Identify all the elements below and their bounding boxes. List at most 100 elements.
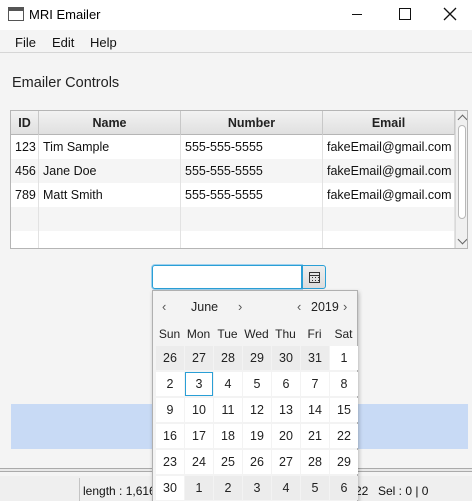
table-vertical-scrollbar[interactable]: [455, 111, 467, 248]
calendar-day[interactable]: 3: [243, 476, 271, 500]
calendar-day[interactable]: 27: [272, 450, 300, 474]
calendar-day[interactable]: 19: [243, 424, 271, 448]
calendar-day[interactable]: 13: [272, 398, 300, 422]
menu-edit[interactable]: Edit: [52, 35, 74, 50]
calendar-day[interactable]: 2: [156, 372, 184, 396]
calendar-day[interactable]: 1: [330, 346, 358, 370]
column-header-id[interactable]: ID: [11, 111, 39, 135]
cell-number: 555-555-5555: [181, 159, 323, 183]
title-bar: MRI Emailer: [0, 0, 472, 30]
menu-bar: File Edit Help: [0, 30, 472, 53]
cell-name: Matt Smith: [39, 183, 181, 207]
cell-email: fakeEmail@gmail.com: [323, 183, 455, 207]
scroll-down-icon[interactable]: [457, 234, 467, 245]
calendar-day[interactable]: 24: [185, 450, 213, 474]
scroll-thumb[interactable]: [458, 125, 466, 219]
calendar-day[interactable]: 15: [330, 398, 358, 422]
date-picker-button[interactable]: [302, 265, 326, 289]
calendar-day[interactable]: 26: [243, 450, 271, 474]
calendar-day[interactable]: 30: [156, 476, 184, 500]
calendar-day[interactable]: 10: [185, 398, 213, 422]
calendar-day[interactable]: 5: [243, 372, 271, 396]
cell-email: fakeEmail@gmail.com: [323, 159, 455, 183]
calendar-day[interactable]: 5: [301, 476, 329, 500]
prev-month-button[interactable]: ‹: [162, 299, 166, 314]
empty-cell: [39, 207, 181, 231]
calendar-day[interactable]: 1: [185, 476, 213, 500]
prev-year-button[interactable]: ‹: [297, 299, 301, 314]
close-button[interactable]: [426, 0, 472, 30]
table-row[interactable]: 456 Jane Doe 555-555-5555 fakeEmail@gmai…: [11, 159, 455, 183]
calendar-day[interactable]: 27: [185, 346, 213, 370]
calendar-day[interactable]: 29: [243, 346, 271, 370]
empty-cell: [323, 207, 455, 231]
calendar-day[interactable]: 3: [185, 372, 213, 396]
calendar-day[interactable]: 22: [330, 424, 358, 448]
calendar-day[interactable]: 23: [156, 450, 184, 474]
column-header-number[interactable]: Number: [181, 111, 323, 135]
calendar-day[interactable]: 4: [214, 372, 242, 396]
weekday-label: Wed: [244, 327, 269, 341]
cell-id: 123: [11, 135, 39, 159]
table-header: ID Name Number Email: [11, 111, 455, 135]
calendar-day[interactable]: 6: [330, 476, 358, 500]
cell-id: 456: [11, 159, 39, 183]
weekday-label: Sun: [158, 327, 181, 341]
calendar-day[interactable]: 21: [301, 424, 329, 448]
calendar-day[interactable]: 2: [214, 476, 242, 500]
menu-file[interactable]: File: [15, 35, 36, 50]
calendar-day[interactable]: 18: [214, 424, 242, 448]
empty-cell: [181, 207, 323, 231]
weekday-label: Fri: [307, 327, 322, 341]
calendar-day[interactable]: 20: [272, 424, 300, 448]
calendar-popup: ‹ June › ‹ 2019 › Sun Mon Tue Wed Thu Fri Sat 2…: [152, 290, 358, 501]
close-icon: [443, 7, 457, 21]
calendar-day[interactable]: 30: [272, 346, 300, 370]
column-header-name[interactable]: Name: [39, 111, 181, 135]
calendar-day[interactable]: 28: [214, 346, 242, 370]
table-row-empty: [11, 207, 455, 231]
calendar-day[interactable]: 6: [272, 372, 300, 396]
empty-cell: [11, 207, 39, 231]
status-length: length : 1,616: [83, 484, 156, 498]
weekday-label: Tue: [217, 327, 238, 341]
table-row[interactable]: 789 Matt Smith 555-555-5555 fakeEmail@gm…: [11, 183, 455, 207]
menu-help[interactable]: Help: [90, 35, 117, 50]
calendar-day[interactable]: 31: [301, 346, 329, 370]
maximize-button[interactable]: [380, 0, 426, 30]
cell-name: Tim Sample: [39, 135, 181, 159]
calendar-day[interactable]: 25: [214, 450, 242, 474]
column-header-email[interactable]: Email: [323, 111, 455, 135]
calendar-day[interactable]: 8: [330, 372, 358, 396]
calendar-day[interactable]: 16: [156, 424, 184, 448]
calendar-day[interactable]: 9: [156, 398, 184, 422]
empty-cell: [181, 231, 323, 248]
weekday-label: Sat: [334, 327, 353, 341]
calendar-year: 2019: [311, 300, 339, 314]
weekday-label: Thu: [275, 327, 296, 341]
calendar-day[interactable]: 28: [301, 450, 329, 474]
cell-name: Jane Doe: [39, 159, 181, 183]
calendar-day[interactable]: 26: [156, 346, 184, 370]
calendar-day[interactable]: 11: [214, 398, 242, 422]
calendar-day[interactable]: 17: [185, 424, 213, 448]
calendar-day[interactable]: 29: [330, 450, 358, 474]
window-app-icon: [8, 7, 24, 21]
empty-cell: [39, 231, 181, 248]
contacts-table[interactable]: ID Name Number Email 123 Tim Sample 555-…: [10, 110, 468, 249]
minimize-button[interactable]: [334, 0, 380, 30]
table-row[interactable]: 123 Tim Sample 555-555-5555 fakeEmail@gm…: [11, 135, 455, 159]
next-month-button[interactable]: ›: [238, 299, 242, 314]
calendar-header: ‹ June › ‹ 2019 ›: [153, 291, 357, 323]
calendar-day[interactable]: 7: [301, 372, 329, 396]
calendar-month: June: [191, 300, 219, 314]
calendar-icon: [309, 272, 320, 283]
date-input[interactable]: [152, 265, 302, 289]
calendar-day[interactable]: 14: [301, 398, 329, 422]
status-selection: Sel : 0 | 0: [378, 484, 429, 498]
scroll-up-icon[interactable]: [457, 114, 467, 125]
table-row-empty: [11, 231, 455, 248]
next-year-button[interactable]: ›: [343, 299, 347, 314]
calendar-day[interactable]: 12: [243, 398, 271, 422]
calendar-day[interactable]: 4: [272, 476, 300, 500]
